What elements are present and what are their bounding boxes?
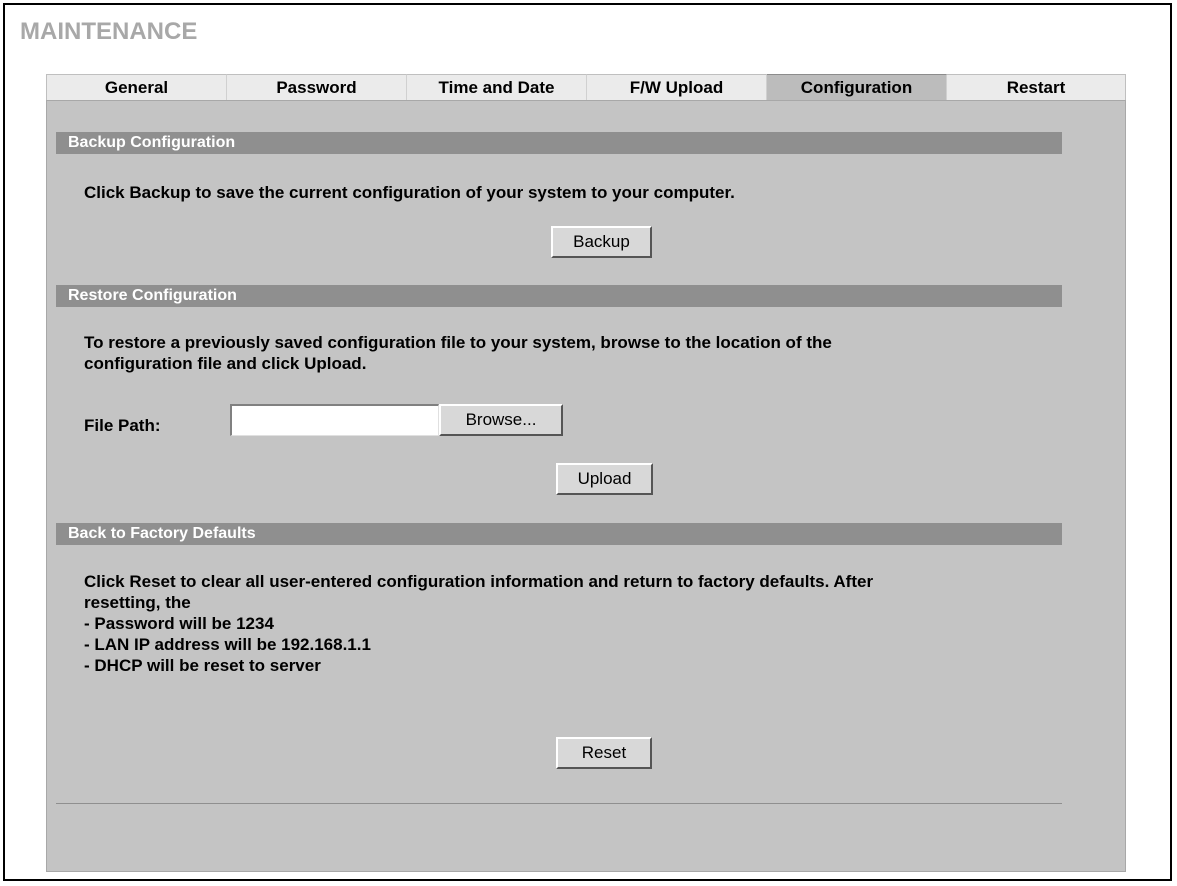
- file-path-label: File Path:: [84, 416, 161, 435]
- page-title: MAINTENANCE: [20, 18, 198, 45]
- factory-description-line2: resetting, the: [84, 593, 191, 612]
- backup-section-header: Backup Configuration: [56, 132, 1062, 154]
- tab-general[interactable]: General: [47, 74, 227, 100]
- factory-section-header: Back to Factory Defaults: [56, 523, 1062, 545]
- restore-section-header: Restore Configuration: [56, 285, 1062, 307]
- backup-description: Click Backup to save the current configu…: [84, 183, 735, 202]
- factory-item-password: - Password will be 1234: [84, 614, 274, 633]
- bottom-divider: [56, 803, 1062, 804]
- tab-time-and-date[interactable]: Time and Date: [407, 74, 587, 100]
- factory-description-line1: Click Reset to clear all user-entered co…: [84, 572, 874, 591]
- reset-button[interactable]: Reset: [556, 737, 652, 769]
- file-path-input[interactable]: [230, 404, 439, 436]
- tab-restart[interactable]: Restart: [947, 74, 1125, 100]
- factory-item-dhcp: - DHCP will be reset to server: [84, 656, 321, 675]
- browse-button[interactable]: Browse...: [439, 404, 563, 436]
- backup-button[interactable]: Backup: [551, 226, 652, 258]
- upload-button[interactable]: Upload: [556, 463, 653, 495]
- factory-item-lan-ip: - LAN IP address will be 192.168.1.1: [84, 635, 371, 654]
- restore-description-line1: To restore a previously saved configurat…: [84, 333, 832, 352]
- tab-password[interactable]: Password: [227, 74, 407, 100]
- tab-bar: General Password Time and Date F/W Uploa…: [46, 74, 1126, 100]
- restore-description-line2: configuration file and click Upload.: [84, 354, 367, 373]
- tab-fw-upload[interactable]: F/W Upload: [587, 74, 767, 100]
- tab-configuration[interactable]: Configuration: [767, 74, 947, 100]
